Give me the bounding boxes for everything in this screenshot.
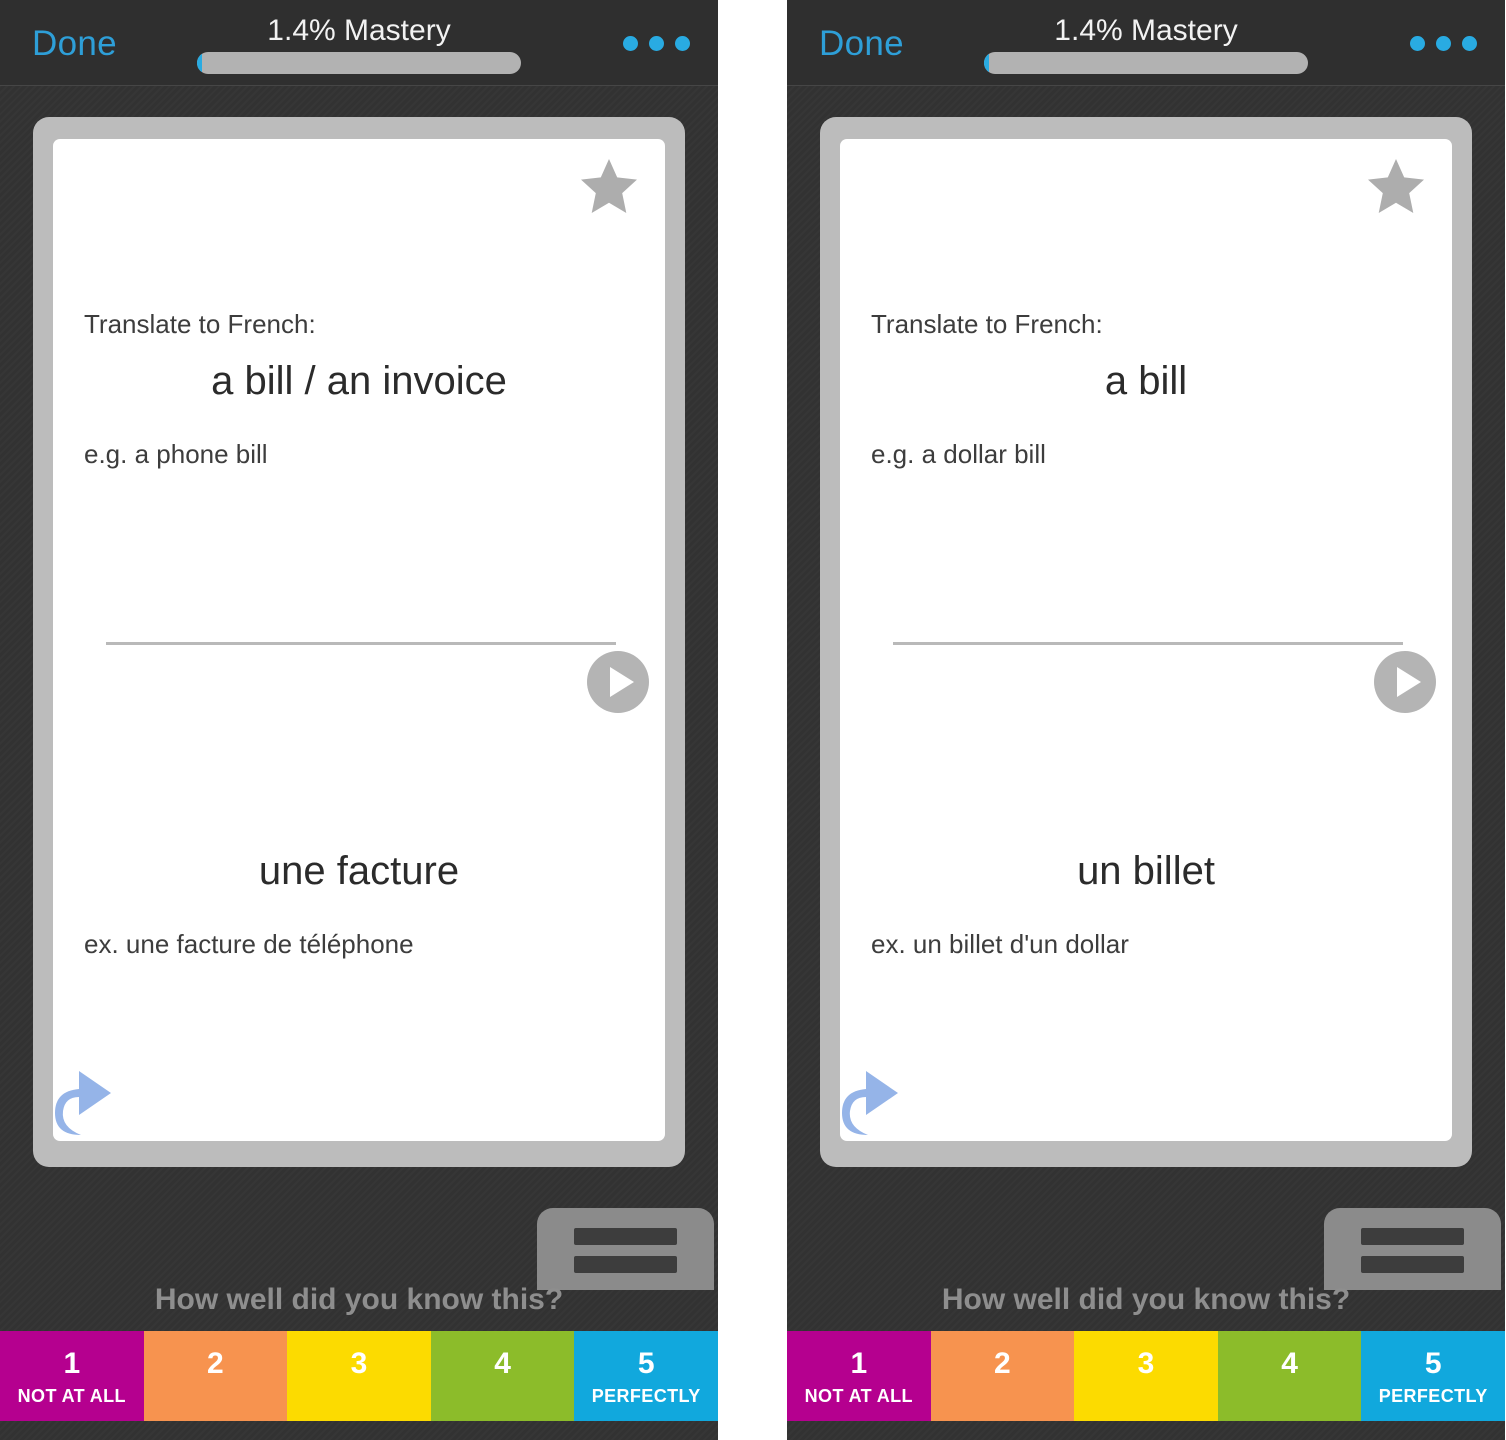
keyboard-bar-2 [574, 1256, 677, 1273]
mastery-progress-fill [197, 52, 202, 74]
card-term-example: e.g. a phone bill [84, 439, 268, 469]
rating-button-2[interactable]: 2 [143, 1331, 288, 1421]
mastery-label: 1.4% Mastery [1054, 14, 1238, 47]
play-icon [610, 667, 634, 697]
dot-2 [1436, 36, 1451, 51]
dot-2 [649, 36, 664, 51]
rating-sublabel: NOT AT ALL [804, 1386, 913, 1406]
rating-number: 3 [350, 1347, 368, 1380]
rating-sublabel: PERFECTLY [1378, 1386, 1488, 1406]
card-term-example: e.g. a dollar bill [871, 439, 1046, 469]
rating-row: 1 NOT AT ALL 2 3 4 5 PERFECTLY [787, 1331, 1505, 1421]
rating-button-1[interactable]: 1 NOT AT ALL [0, 1331, 144, 1421]
rating-question: How well did you know this? [154, 1283, 564, 1316]
flashcard-frame: Translate to French: a bill / an invoice… [33, 117, 685, 1167]
play-icon [1397, 667, 1421, 697]
rating-button-3[interactable]: 3 [1074, 1331, 1218, 1421]
rating-number: 2 [994, 1347, 1011, 1380]
rating-button-5[interactable]: 5 PERFECTLY [1361, 1331, 1505, 1421]
rating-button-2[interactable]: 2 [930, 1331, 1075, 1421]
screenshot-stage: Done 1.4% Mastery Translate to French: a [0, 0, 1506, 1440]
prompt-label: Translate to French: [871, 309, 1103, 339]
more-options-icon[interactable] [623, 36, 690, 51]
rating-button-1[interactable]: 1 NOT AT ALL [787, 1331, 931, 1421]
card-divider [893, 642, 1403, 645]
undo-icon[interactable] [53, 1065, 125, 1141]
keyboard-bar-2 [1361, 1256, 1464, 1273]
more-options-icon[interactable] [1410, 36, 1477, 51]
flashcard[interactable]: Translate to French: a bill / an invoice… [53, 139, 665, 1141]
rating-number: 1 [63, 1347, 81, 1380]
flashcard-panel-right: Done 1.4% Mastery Translate to French: a [787, 0, 1505, 1440]
keyboard-bar-1 [1361, 1228, 1464, 1245]
rating-number: 3 [1137, 1347, 1155, 1380]
play-audio-button[interactable] [1374, 651, 1436, 713]
rating-number: 5 [637, 1347, 655, 1380]
mastery-label: 1.4% Mastery [267, 14, 451, 47]
keyboard-toggle-button[interactable] [537, 1208, 714, 1290]
rating-number: 4 [494, 1347, 511, 1380]
card-answer: une facture [258, 849, 460, 893]
card-answer-example: ex. un billet d'un dollar [871, 929, 1129, 959]
dot-1 [1410, 36, 1425, 51]
app-header-left: Done 1.4% Mastery [0, 0, 718, 86]
flashcard-panel-left: Done 1.4% Mastery Translate to French: a [0, 0, 718, 1440]
app-header-right: Done 1.4% Mastery [787, 0, 1505, 86]
card-answer-example: ex. une facture de téléphone [84, 929, 414, 959]
rating-row: 1 NOT AT ALL 2 3 4 5 PERFECTLY [0, 1331, 718, 1421]
mastery-progress-bar[interactable] [197, 52, 521, 74]
undo-icon[interactable] [840, 1065, 912, 1141]
rating-button-5[interactable]: 5 PERFECTLY [574, 1331, 718, 1421]
card-term: a bill / an invoice [211, 359, 507, 403]
star-icon[interactable] [579, 157, 639, 215]
card-divider [106, 642, 616, 645]
rating-sublabel: PERFECTLY [591, 1386, 701, 1406]
keyboard-toggle-button[interactable] [1324, 1208, 1501, 1290]
card-term: a bill [1104, 359, 1188, 403]
flashcard[interactable]: Translate to French: a bill e.g. a dolla… [840, 139, 1452, 1141]
card-answer: un billet [1077, 849, 1215, 893]
dot-3 [675, 36, 690, 51]
dot-3 [1462, 36, 1477, 51]
dot-1 [623, 36, 638, 51]
star-icon[interactable] [1366, 157, 1426, 215]
mastery-progress-bar[interactable] [984, 52, 1308, 74]
rating-number: 2 [207, 1347, 224, 1380]
rating-question: How well did you know this? [941, 1283, 1351, 1316]
rating-number: 4 [1281, 1347, 1298, 1380]
rating-button-4[interactable]: 4 [430, 1331, 575, 1421]
mastery-progress-fill [984, 52, 989, 74]
keyboard-bar-1 [574, 1228, 677, 1245]
prompt-label: Translate to French: [84, 309, 316, 339]
flashcard-frame: Translate to French: a bill e.g. a dolla… [820, 117, 1472, 1167]
rating-number: 1 [850, 1347, 868, 1380]
rating-button-3[interactable]: 3 [287, 1331, 431, 1421]
rating-number: 5 [1424, 1347, 1442, 1380]
rating-button-4[interactable]: 4 [1217, 1331, 1362, 1421]
rating-sublabel: NOT AT ALL [17, 1386, 126, 1406]
play-audio-button[interactable] [587, 651, 649, 713]
